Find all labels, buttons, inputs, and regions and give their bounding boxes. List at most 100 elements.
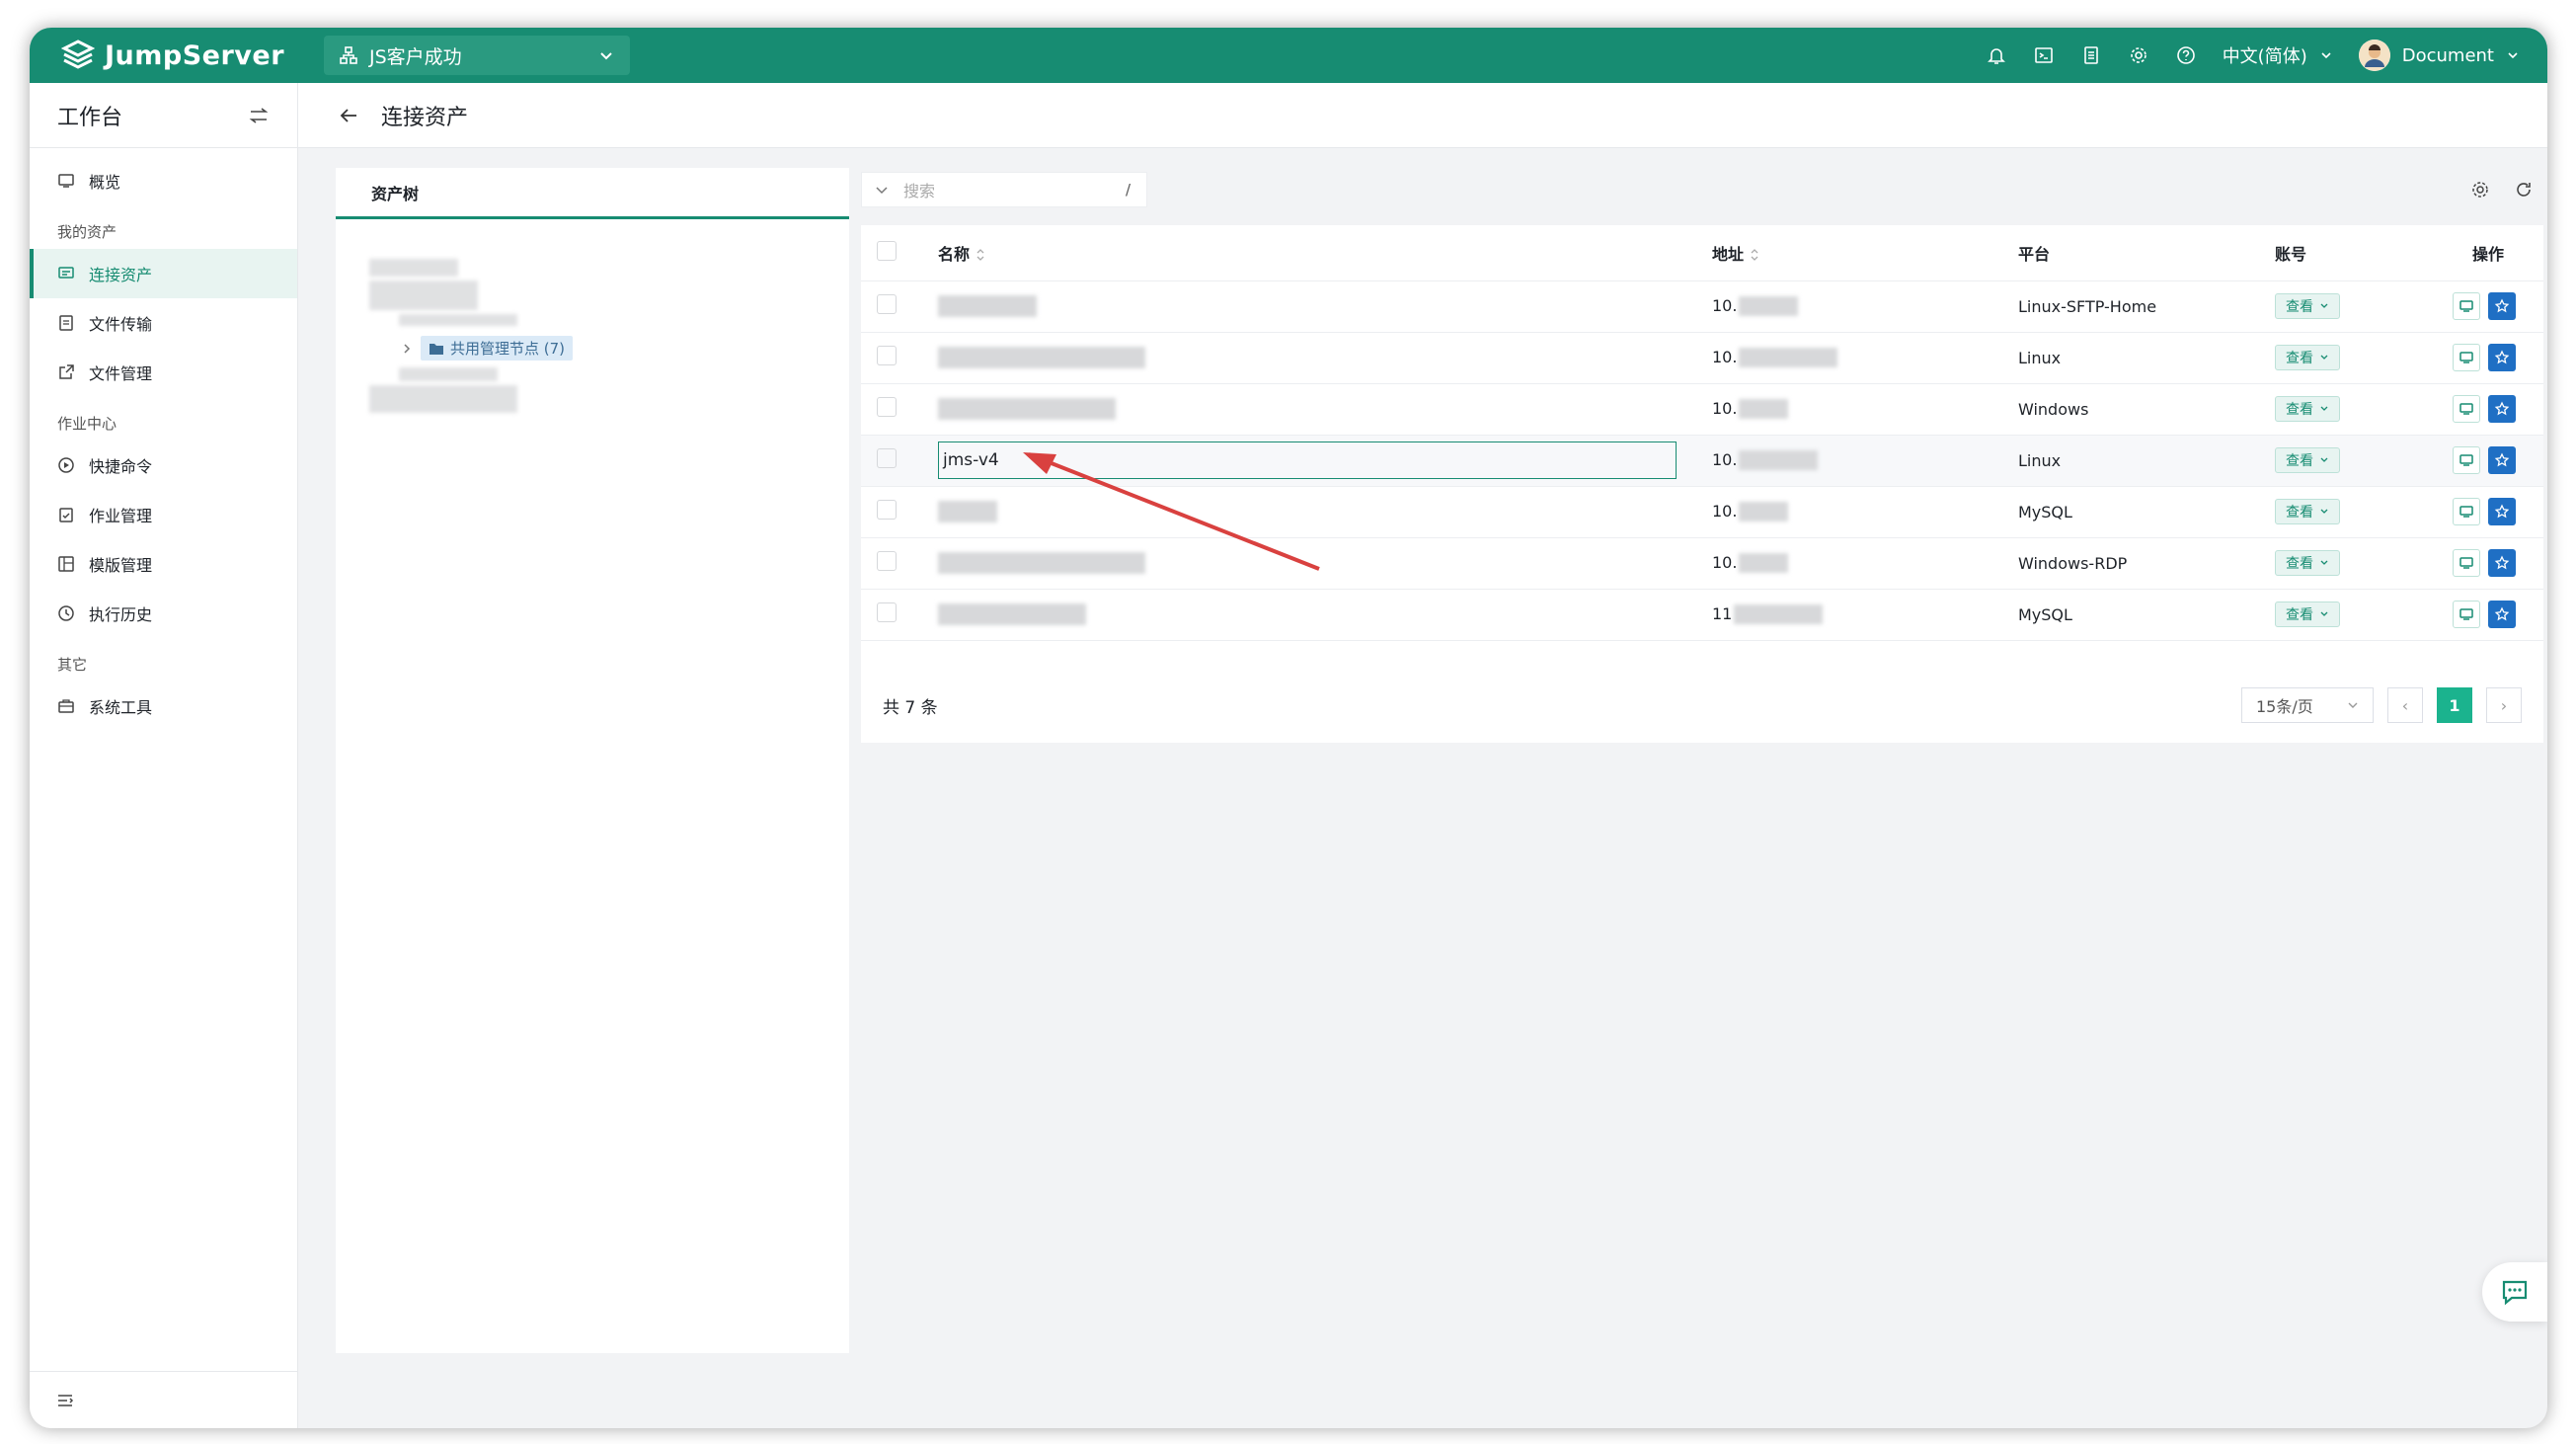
search-box[interactable]: 搜索 /: [861, 172, 1147, 207]
row-checkbox[interactable]: [877, 448, 897, 468]
table-row[interactable]: 11 MySQL 查看: [861, 589, 2543, 641]
tab-asset-tree[interactable]: 资产树: [336, 168, 849, 219]
back-arrow-icon[interactable]: [338, 105, 359, 126]
connect-button[interactable]: [2453, 395, 2480, 423]
tree-node-label: 共用管理节点 (7): [421, 336, 574, 361]
bell-icon[interactable]: [1986, 44, 2007, 66]
table-row[interactable]: 10. Windows 查看: [861, 383, 2543, 436]
view-account-button[interactable]: 查看: [2275, 550, 2340, 576]
chat-bubble-icon: [2502, 1280, 2528, 1306]
sidebar-item-label: 执行历史: [89, 605, 153, 624]
sidebar-item-file-transfer[interactable]: 文件传输: [30, 298, 297, 348]
settings-icon[interactable]: [2470, 180, 2490, 200]
connect-button[interactable]: [2453, 344, 2480, 371]
connect-button[interactable]: [2453, 446, 2480, 474]
favorite-button[interactable]: [2488, 395, 2516, 423]
language-selector[interactable]: 中文(简体): [2223, 42, 2333, 68]
next-page-button[interactable]: ›: [2486, 687, 2522, 723]
column-name[interactable]: 名称: [938, 225, 1712, 281]
column-account: 账号: [2275, 225, 2433, 281]
prev-page-button[interactable]: ‹: [2387, 687, 2423, 723]
view-account-button[interactable]: 查看: [2275, 499, 2340, 524]
redacted-asset-name: [938, 603, 1086, 625]
asset-name: jms-v4: [943, 450, 999, 470]
sidebar-item-connect-assets[interactable]: 连接资产: [30, 249, 297, 298]
select-all-checkbox[interactable]: [877, 240, 897, 261]
row-checkbox[interactable]: [877, 294, 897, 314]
document-list-icon[interactable]: [2080, 44, 2102, 66]
monitor-icon: [2459, 454, 2473, 466]
row-checkbox[interactable]: [877, 397, 897, 417]
help-icon[interactable]: [2175, 44, 2197, 66]
page-number-button[interactable]: 1: [2437, 687, 2472, 723]
monitor-icon: [2459, 506, 2473, 518]
tab-label: 资产树: [371, 184, 420, 203]
asset-address: 10.: [1712, 449, 1738, 469]
sidebar-item-job-manage[interactable]: 作业管理: [30, 490, 297, 539]
row-checkbox[interactable]: [877, 500, 897, 520]
redacted-address: [1734, 604, 1824, 625]
table-row[interactable]: 10. Windows-RDP 查看: [861, 537, 2543, 590]
sidebar-item-overview[interactable]: 概览: [30, 156, 297, 205]
user-menu[interactable]: Document: [2358, 40, 2520, 71]
table-row[interactable]: 10. Linux 查看: [861, 332, 2543, 384]
chat-assistant-button[interactable]: [2482, 1262, 2547, 1322]
view-account-button[interactable]: 查看: [2275, 345, 2340, 370]
row-checkbox[interactable]: [877, 346, 897, 365]
connect-button[interactable]: [2453, 292, 2480, 320]
favorite-button[interactable]: [2488, 498, 2516, 525]
sidebar-item-exec-history[interactable]: 执行历史: [30, 589, 297, 638]
view-account-button[interactable]: 查看: [2275, 602, 2340, 627]
chevron-right-icon: [404, 343, 411, 354]
connect-button[interactable]: [2453, 601, 2480, 628]
table-row[interactable]: 10. MySQL 查看: [861, 486, 2543, 538]
connect-button[interactable]: [2453, 549, 2480, 577]
sidebar-item-system-tools[interactable]: 系统工具: [30, 682, 297, 731]
refresh-icon[interactable]: [2514, 180, 2534, 200]
sidebar-footer: [30, 1371, 297, 1428]
app-window: JumpServer JS客户成功 中文(简体) Document 工作台 概览…: [30, 28, 2547, 1428]
search-input[interactable]: 搜索: [903, 178, 935, 201]
favorite-button[interactable]: [2488, 344, 2516, 371]
view-account-button[interactable]: 查看: [2275, 447, 2340, 473]
favorite-button[interactable]: [2488, 549, 2516, 577]
terminal-icon[interactable]: [2033, 44, 2055, 66]
column-address[interactable]: 地址: [1712, 225, 2018, 281]
connect-button[interactable]: [2453, 498, 2480, 525]
view-account-button[interactable]: 查看: [2275, 293, 2340, 319]
sidebar-item-quick-command[interactable]: 快捷命令: [30, 441, 297, 490]
table-header-row: 名称 地址 平台 账号 操作: [861, 225, 2543, 281]
sidebar-item-label: 文件管理: [89, 364, 153, 383]
sidebar-item-file-manage[interactable]: 文件管理: [30, 348, 297, 397]
redacted-tree-node: [399, 367, 498, 381]
sidebar-item-label: 快捷命令: [89, 457, 153, 476]
sidebar-item-template-manage[interactable]: 模版管理: [30, 539, 297, 589]
asset-name-edit-box[interactable]: jms-v4: [938, 441, 1677, 479]
tree-node-shared[interactable]: 共用管理节点 (7): [401, 336, 574, 361]
logo[interactable]: JumpServer: [61, 38, 284, 73]
redacted-address: [1739, 296, 1799, 317]
chevron-down-icon: [600, 52, 612, 60]
row-checkbox[interactable]: [877, 551, 897, 571]
asset-address: 10.: [1712, 347, 1738, 366]
gear-icon[interactable]: [2128, 44, 2149, 66]
star-icon: [2494, 452, 2510, 467]
favorite-button[interactable]: [2488, 292, 2516, 320]
table-row[interactable]: jms-v4 10. Linux 查看: [861, 435, 2543, 487]
view-account-button[interactable]: 查看: [2275, 396, 2340, 422]
page-size-select[interactable]: 15条/页: [2241, 687, 2374, 723]
org-selector[interactable]: JS客户成功: [324, 36, 630, 75]
sort-icon[interactable]: [976, 248, 985, 262]
star-icon: [2494, 504, 2510, 519]
favorite-button[interactable]: [2488, 601, 2516, 628]
table-row[interactable]: 10. Linux-SFTP-Home 查看: [861, 281, 2543, 333]
sidebar-group-job-center: 作业中心: [57, 415, 117, 433]
chevron-down-icon: [2321, 52, 2331, 59]
switch-view-icon[interactable]: [248, 105, 270, 126]
sidebar-item-label: 系统工具: [89, 698, 153, 717]
favorite-button[interactable]: [2488, 446, 2516, 474]
monitor-icon: [2459, 608, 2473, 620]
collapse-menu-icon[interactable]: [55, 1391, 75, 1410]
row-checkbox[interactable]: [877, 602, 897, 622]
sort-icon[interactable]: [1750, 248, 1759, 262]
